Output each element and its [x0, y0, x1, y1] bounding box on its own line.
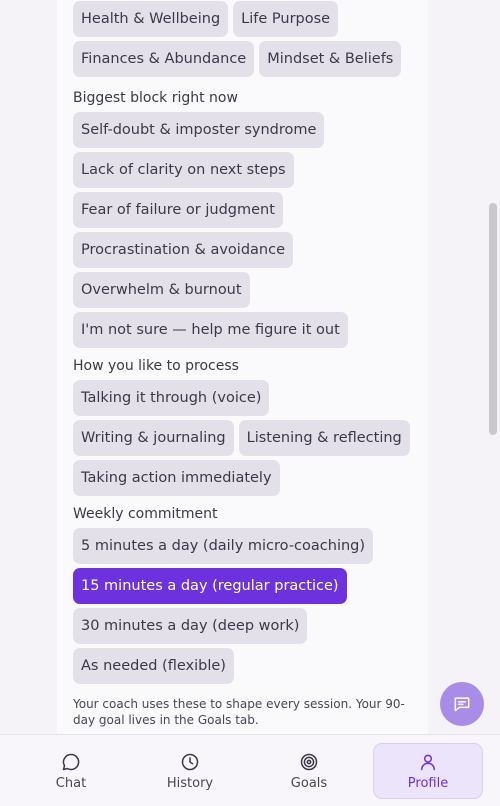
chip-taking-action[interactable]: Taking action immediately: [73, 460, 280, 496]
chip-lack-of-clarity[interactable]: Lack of clarity on next steps: [73, 152, 294, 188]
chat-fab-button[interactable]: [440, 682, 484, 726]
clock-icon: [181, 753, 199, 770]
chip-as-needed[interactable]: As needed (flexible): [73, 648, 234, 684]
chip-writing-journaling[interactable]: Writing & journaling: [73, 420, 234, 456]
section-label-block: Biggest block right now: [73, 90, 238, 106]
chip-self-doubt[interactable]: Self-doubt & imposter syndrome: [73, 112, 325, 148]
nav-profile-label: Profile: [407, 775, 449, 791]
nav-chat-label: Chat: [55, 775, 87, 791]
chip-talking-voice[interactable]: Talking it through (voice): [73, 380, 270, 416]
chip-fear-of-failure[interactable]: Fear of failure or judgment: [73, 192, 283, 228]
block-group: Self-doubt & imposter syndrome Lack of c…: [73, 112, 423, 352]
chip-life-purpose[interactable]: Life Purpose: [233, 1, 339, 37]
chip-mindset-beliefs[interactable]: Mindset & Beliefs: [259, 41, 402, 77]
chip-procrastination[interactable]: Procrastination & avoidance: [73, 232, 294, 268]
nav-history[interactable]: History: [135, 743, 245, 799]
section-label-commitment: Weekly commitment: [73, 506, 218, 522]
profile-preferences: Health & Wellbeing Life Purpose Finances…: [73, 0, 423, 688]
process-group: Talking it through (voice) Writing & jou…: [73, 380, 423, 500]
nav-goals[interactable]: Goals: [254, 743, 364, 799]
chip-5-minutes[interactable]: 5 minutes a day (daily micro-coaching): [73, 528, 374, 564]
nav-profile[interactable]: Profile: [373, 743, 483, 799]
focus-area-group: Health & Wellbeing Life Purpose Finances…: [73, 1, 423, 81]
chip-15-minutes[interactable]: 15 minutes a day (regular practice): [73, 568, 347, 604]
chip-listening-reflecting[interactable]: Listening & reflecting: [238, 420, 410, 456]
target-icon: [300, 753, 318, 770]
chip-not-sure[interactable]: I'm not sure — help me figure it out: [73, 312, 348, 348]
chip-health-wellbeing[interactable]: Health & Wellbeing: [73, 1, 229, 37]
profile-footnote: Your coach uses these to shape every ses…: [73, 697, 405, 727]
bottom-nav: Chat History Goals Profile: [0, 734, 500, 806]
chip-overwhelm[interactable]: Overwhelm & burnout: [73, 272, 250, 308]
chip-30-minutes[interactable]: 30 minutes a day (deep work): [73, 608, 308, 644]
nav-history-label: History: [166, 775, 214, 791]
nav-chat[interactable]: Chat: [16, 743, 126, 799]
message-square-icon: [454, 697, 470, 712]
section-label-process: How you like to process: [73, 358, 239, 374]
chip-finances-abundance[interactable]: Finances & Abundance: [73, 41, 255, 77]
scrollbar-thumb[interactable]: [489, 203, 497, 435]
chat-bubble-icon: [62, 753, 80, 770]
nav-goals-label: Goals: [290, 775, 328, 791]
user-icon: [421, 754, 435, 770]
commitment-group: 5 minutes a day (daily micro-coaching) 1…: [73, 528, 423, 688]
